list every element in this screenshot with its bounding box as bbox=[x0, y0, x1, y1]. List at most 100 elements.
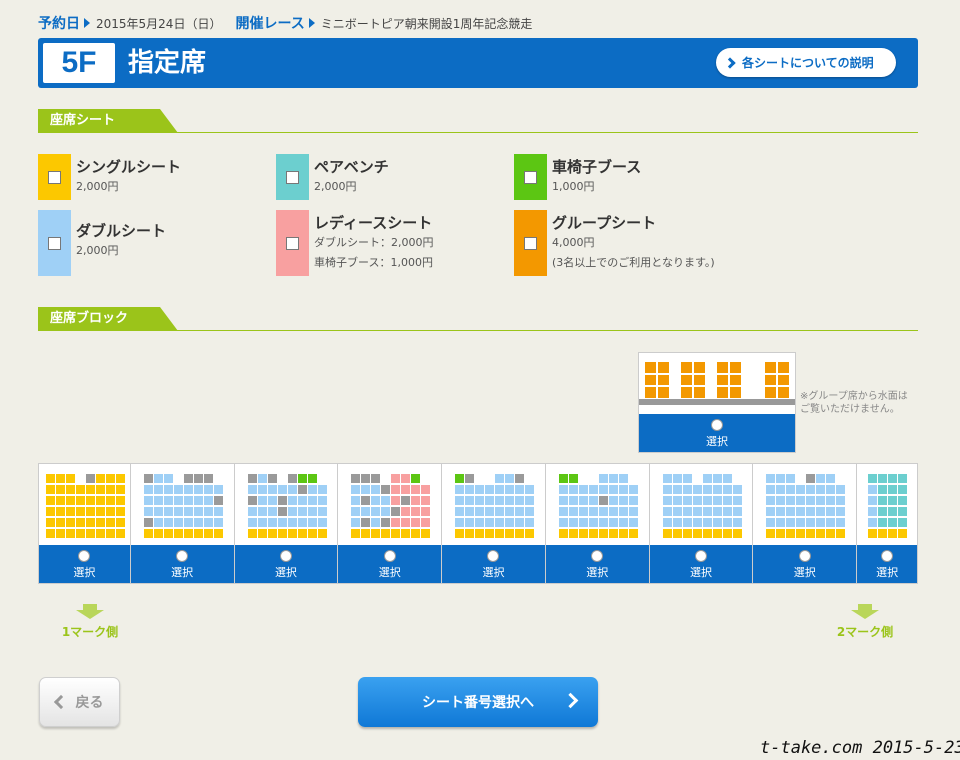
seat-block-radio[interactable] bbox=[176, 550, 189, 562]
seat-type-checkbox[interactable] bbox=[48, 170, 61, 184]
seat bbox=[183, 518, 193, 527]
seat bbox=[578, 507, 588, 516]
seat bbox=[421, 507, 431, 516]
seat bbox=[371, 474, 381, 483]
seat bbox=[836, 518, 846, 527]
seat bbox=[96, 496, 105, 505]
seat-block[interactable]: 選択 bbox=[39, 464, 131, 583]
seat-type-heading-bar: 座席シート bbox=[38, 107, 918, 133]
seat-type-checkbox[interactable] bbox=[286, 170, 299, 184]
seat-type-price: 4,000円 bbox=[552, 236, 595, 249]
seat bbox=[361, 485, 371, 494]
seat bbox=[806, 485, 816, 494]
seat-block-radio[interactable] bbox=[279, 550, 292, 562]
seat-block[interactable]: 選択 bbox=[545, 464, 650, 583]
seat bbox=[515, 518, 525, 527]
seat-block[interactable]: 選択 bbox=[234, 464, 339, 583]
seat-type-double[interactable]: ダブルシート 2,000円 bbox=[38, 210, 166, 276]
seat bbox=[558, 529, 568, 538]
seat bbox=[96, 485, 105, 494]
seat-explanation-button[interactable]: 各シートについての説明 bbox=[716, 48, 896, 77]
chevron-right-icon bbox=[724, 56, 736, 69]
seat-type-checkbox[interactable] bbox=[286, 236, 299, 250]
seat bbox=[213, 518, 223, 527]
seat-block[interactable]: 選択 bbox=[442, 464, 546, 583]
seat-block-radio[interactable] bbox=[78, 550, 91, 562]
seat bbox=[878, 507, 888, 516]
seat-type-wheelchair[interactable]: 車椅子ブース 1,000円 bbox=[514, 154, 641, 200]
seat bbox=[317, 485, 327, 494]
seat-block[interactable]: 選択 bbox=[338, 464, 443, 583]
seat-gap bbox=[693, 474, 702, 483]
seat bbox=[618, 485, 628, 494]
seat-block-radio[interactable] bbox=[798, 550, 811, 562]
chevron-left-icon bbox=[53, 694, 68, 710]
seat bbox=[257, 518, 267, 527]
seat bbox=[608, 529, 618, 538]
seat bbox=[628, 507, 638, 516]
seat bbox=[712, 496, 722, 505]
seat bbox=[143, 529, 153, 538]
seat-block-radio[interactable] bbox=[695, 550, 707, 562]
seat bbox=[505, 485, 515, 494]
seat-block[interactable]: 選択 bbox=[753, 464, 858, 583]
seat bbox=[116, 507, 125, 516]
seat-type-pair-bench[interactable]: ペアベンチ 2,000円 bbox=[276, 154, 389, 200]
seat-type-group[interactable]: グループシート 4,000円 (3名以上でのご利用となります。) bbox=[514, 210, 715, 276]
seat bbox=[578, 518, 588, 527]
seat-map bbox=[868, 474, 908, 538]
seat bbox=[213, 507, 223, 516]
seat-block[interactable]: 選択 bbox=[857, 464, 918, 583]
seat bbox=[267, 474, 277, 483]
seat bbox=[722, 518, 732, 527]
seat-type-checkbox[interactable] bbox=[524, 170, 537, 184]
seat-block-select: 選択 bbox=[338, 545, 442, 583]
group-booth-radio[interactable] bbox=[711, 419, 723, 431]
seat-block-radio[interactable] bbox=[881, 550, 894, 562]
seat bbox=[66, 529, 75, 538]
next-seat-number-button[interactable]: シート番号選択へ bbox=[358, 677, 598, 727]
seat bbox=[796, 485, 806, 494]
seat bbox=[277, 496, 287, 505]
seat-block[interactable]: 選択 bbox=[649, 464, 754, 583]
back-button[interactable]: 戻る bbox=[39, 677, 120, 727]
seat-type-price: 1,000円 bbox=[552, 180, 595, 193]
seat-block-select: 選択 bbox=[753, 545, 857, 583]
seat bbox=[618, 518, 628, 527]
seat bbox=[888, 518, 898, 527]
seat bbox=[307, 474, 317, 483]
mark-1-label: 1マーク側 bbox=[61, 625, 119, 639]
seat bbox=[692, 529, 702, 538]
seat bbox=[351, 529, 361, 538]
seat-type-ladies[interactable]: レディースシート ダブルシート：2,000円 車椅子ブース：1,000円 bbox=[276, 210, 434, 276]
seat-block-radio[interactable] bbox=[383, 550, 396, 562]
seat-block-radio[interactable] bbox=[591, 550, 604, 562]
seat bbox=[455, 529, 465, 538]
seat-type-checkbox[interactable] bbox=[524, 236, 537, 250]
seat bbox=[203, 518, 213, 527]
seat-type-checkbox[interactable] bbox=[48, 236, 61, 250]
seat bbox=[682, 485, 692, 494]
seat bbox=[826, 529, 836, 538]
seat bbox=[86, 529, 95, 538]
seat bbox=[776, 485, 786, 494]
seat-block-radio[interactable] bbox=[487, 550, 500, 562]
seat bbox=[465, 474, 475, 483]
seat bbox=[766, 529, 776, 538]
group-booth-block[interactable]: 選択 bbox=[638, 352, 796, 453]
seat bbox=[257, 474, 267, 483]
seat bbox=[712, 474, 722, 483]
seat bbox=[618, 529, 628, 538]
seat bbox=[796, 496, 806, 505]
seat bbox=[351, 496, 361, 505]
seat bbox=[203, 529, 213, 538]
seat bbox=[816, 529, 826, 538]
seat bbox=[732, 485, 742, 494]
page-title: 指定席 bbox=[128, 48, 207, 78]
seat bbox=[183, 529, 193, 538]
seat bbox=[401, 485, 411, 494]
seat-block[interactable]: 選択 bbox=[130, 464, 235, 583]
seat bbox=[76, 507, 85, 516]
seat-type-single[interactable]: シングルシート 2,000円 bbox=[38, 154, 181, 200]
seat-color-swatch bbox=[38, 210, 71, 276]
